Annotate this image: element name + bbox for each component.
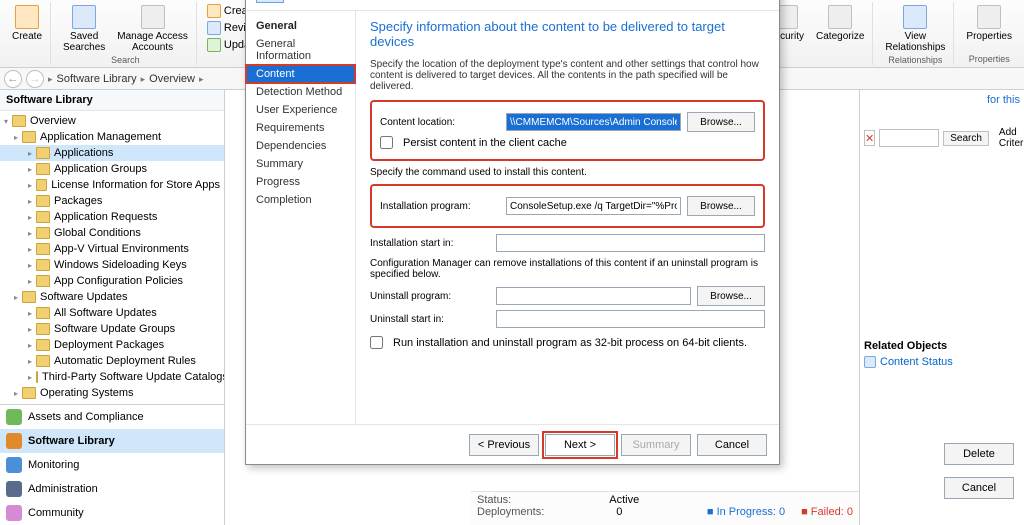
content-location-input[interactable] (506, 113, 681, 131)
install-program-label: Installation program: (380, 201, 500, 212)
wunderbar-button[interactable]: Monitoring (0, 453, 224, 477)
persist-content-label: Persist content in the client cache (403, 137, 567, 149)
wizard-step[interactable]: Progress (246, 173, 355, 191)
previous-button[interactable]: < Previous (469, 434, 539, 456)
saved-searches-button[interactable]: Saved Searches (59, 3, 109, 55)
tree-node[interactable]: ▸Automatic Deployment Rules (0, 353, 224, 369)
wizard-page-title: Specify information about the content to… (370, 19, 765, 49)
wizard-step-category: General (246, 17, 355, 35)
wizard-steps-nav: General General InformationContentDetect… (246, 11, 356, 424)
nav-fwd-icon[interactable]: → (26, 70, 44, 88)
clear-search-icon[interactable]: ✕ (864, 130, 875, 146)
breadcrumb-item[interactable]: Overview (149, 73, 195, 85)
ribbon-group-properties-label: Properties (969, 54, 1010, 64)
wunderbar-button[interactable]: Community (0, 501, 224, 525)
tree-node[interactable]: ▸App-V Virtual Environments (0, 241, 224, 257)
tree-node[interactable]: ▸License Information for Store Apps (0, 177, 224, 193)
persist-content-checkbox[interactable] (380, 136, 393, 149)
content-status-link[interactable]: Content Status (864, 356, 1020, 368)
tree-node[interactable]: ▸Software Updates (0, 289, 224, 305)
tree-node[interactable]: ▸Application Management (0, 129, 224, 145)
tree-node[interactable]: ▸Global Conditions (0, 225, 224, 241)
wunderbar: Assets and ComplianceSoftware LibraryMon… (0, 404, 224, 525)
breadcrumb-item[interactable]: Software Library (57, 73, 137, 85)
wizard-content-pane: Specify information about the content to… (356, 11, 779, 424)
tree-node[interactable]: ▸Software Update Groups (0, 321, 224, 337)
wizard-step[interactable]: Summary (246, 155, 355, 173)
next-button[interactable]: Next > (545, 434, 615, 456)
uninstall-desc: Configuration Manager can remove install… (370, 258, 765, 280)
cancel-button[interactable]: Cancel (697, 434, 767, 456)
tree-node[interactable]: ▸Applications (0, 145, 224, 161)
run-32bit-checkbox[interactable] (370, 336, 383, 349)
wunderbar-button[interactable]: Assets and Compliance (0, 405, 224, 429)
wizard-step[interactable]: User Experience (246, 101, 355, 119)
wunderbar-button[interactable]: Software Library (0, 429, 224, 453)
wizard-description: Specify the location of the deployment t… (370, 59, 765, 92)
search-button[interactable]: Search (943, 131, 989, 146)
wizard-step[interactable]: Requirements (246, 119, 355, 137)
search-input[interactable] (879, 129, 939, 147)
uninstall-start-in-label: Uninstall start in: (370, 314, 490, 325)
tree-node[interactable]: ▸Deployment Packages (0, 337, 224, 353)
wizard-step[interactable]: General Information (246, 35, 355, 65)
deployment-type-wizard: Create Deployment Type Wizard ✕ Content … (245, 0, 780, 465)
navigation-pane: Software Library ▾Overview▸Application M… (0, 90, 225, 525)
right-pane: for this ✕ Search Add Criteria Related O… (859, 90, 1024, 525)
related-objects-title: Related Objects (864, 340, 1020, 352)
wunderbar-button[interactable]: Administration (0, 477, 224, 501)
tree-node[interactable]: ▸Third-Party Software Update Catalogs (0, 369, 224, 385)
tree-node[interactable]: ▸Application Groups (0, 161, 224, 177)
uninstall-program-input[interactable] (496, 287, 691, 305)
tree-node[interactable]: ▸Application Requests (0, 209, 224, 225)
wizard-step[interactable]: Content (246, 65, 355, 83)
wizard-header-icon (256, 0, 284, 3)
ribbon-group-relationships-label: Relationships (888, 55, 942, 65)
install-start-in-input[interactable] (496, 234, 765, 252)
categorize-button[interactable]: Categorize (812, 3, 868, 44)
tree-node[interactable]: ▸App Configuration Policies (0, 273, 224, 289)
wizard-step[interactable]: Dependencies (246, 137, 355, 155)
uninstall-program-label: Uninstall program: (370, 291, 490, 302)
nav-tree: ▾Overview▸Application Management▸Applica… (0, 111, 224, 404)
install-command-desc: Specify the command used to install this… (370, 167, 765, 178)
view-relationships-button[interactable]: View Relationships (881, 3, 949, 55)
tree-node[interactable]: ▾Overview (0, 113, 224, 129)
wizard-step[interactable]: Completion (246, 191, 355, 209)
nav-back-icon[interactable]: ← (4, 70, 22, 88)
ribbon-group-search-label: Search (111, 55, 140, 65)
context-hint: for this (864, 94, 1020, 106)
summary-button: Summary (621, 434, 691, 456)
browse-uninstall-program-button[interactable]: Browse... (697, 286, 765, 306)
status-bar: Status:Active Deployments:0 ■ In Progres… (471, 491, 859, 525)
run-32bit-label: Run installation and uninstall program a… (393, 337, 747, 349)
browse-install-program-button[interactable]: Browse... (687, 196, 755, 216)
tree-node[interactable]: ▸Packages (0, 193, 224, 209)
tree-node[interactable]: ▸Windows Sideloading Keys (0, 257, 224, 273)
properties-button[interactable]: Properties (962, 3, 1016, 44)
uninstall-start-in-input[interactable] (496, 310, 765, 328)
add-criteria-button[interactable]: Add Criteria (993, 126, 1024, 150)
install-start-in-label: Installation start in: (370, 238, 490, 249)
manage-access-accounts-button[interactable]: Manage Access Accounts (113, 3, 192, 55)
browse-content-location-button[interactable]: Browse... (687, 112, 755, 132)
install-program-input[interactable] (506, 197, 681, 215)
bg-cancel-button[interactable]: Cancel (944, 477, 1014, 499)
bg-delete-button[interactable]: Delete (944, 443, 1014, 465)
tree-node[interactable]: ▸All Software Updates (0, 305, 224, 321)
content-location-label: Content location: (380, 117, 500, 128)
nav-header: Software Library (0, 90, 224, 111)
wizard-step[interactable]: Detection Method (246, 83, 355, 101)
tree-node[interactable]: ▸Operating Systems (0, 385, 224, 401)
create-button[interactable]: Create (8, 3, 46, 44)
